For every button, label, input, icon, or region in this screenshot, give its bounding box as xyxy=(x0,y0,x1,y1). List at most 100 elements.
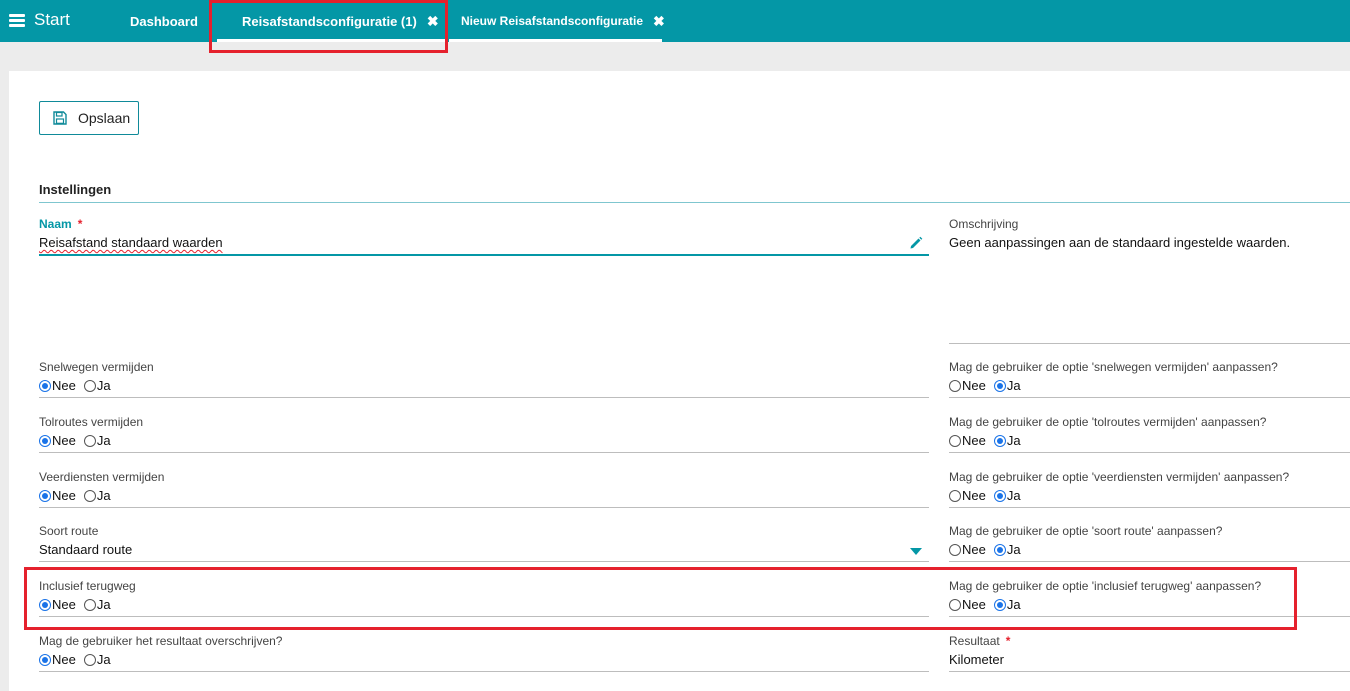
terugweg-user-radio-ja[interactable]: Ja xyxy=(993,597,1021,612)
soort-route-underline xyxy=(39,561,929,562)
section-divider xyxy=(39,202,1350,203)
radio-label: Nee xyxy=(52,433,76,448)
tolroutes-underline xyxy=(39,452,929,453)
tolroutes-radio-group: Nee Ja xyxy=(39,433,119,448)
snelwegen-underline xyxy=(39,397,929,398)
omschrijving-underline xyxy=(949,343,1350,344)
naam-underline xyxy=(39,254,929,256)
radio-checked-icon xyxy=(39,653,51,666)
snelwegen-user-label: Mag de gebruiker de optie 'snelwegen ver… xyxy=(949,360,1278,374)
resultaat-select[interactable]: Kilometer xyxy=(949,652,1004,667)
active-tab-indicator xyxy=(217,39,447,42)
resultaat-label-text: Resultaat xyxy=(949,634,1000,648)
soort-route-label: Soort route xyxy=(39,524,99,538)
overschrijven-radio-ja[interactable]: Ja xyxy=(83,652,111,667)
radio-label: Ja xyxy=(96,597,111,612)
radio-label: Ja xyxy=(96,378,111,393)
radio-label: Ja xyxy=(1006,488,1021,503)
naam-input[interactable]: Reisafstand standaard waarden xyxy=(39,235,223,250)
snelwegen-label: Snelwegen vermijden xyxy=(39,360,154,374)
tab-indicator xyxy=(449,39,662,42)
radio-label: Nee xyxy=(962,488,986,503)
soort-route-user-radio-ja[interactable]: Ja xyxy=(993,542,1021,557)
close-icon[interactable]: ✖ xyxy=(653,13,665,30)
radio-label: Nee xyxy=(962,597,986,612)
terugweg-underline xyxy=(39,616,929,617)
snelwegen-user-radio-nee[interactable]: Nee xyxy=(949,378,986,393)
radio-unchecked-icon xyxy=(83,434,96,447)
terugweg-user-label: Mag de gebruiker de optie 'inclusief ter… xyxy=(949,579,1262,593)
veerdiensten-underline xyxy=(39,507,929,508)
snelwegen-user-radio-group: Nee Ja xyxy=(949,378,1029,393)
overschrijven-label: Mag de gebruiker het resultaat overschri… xyxy=(39,634,283,648)
section-title: Instellingen xyxy=(39,182,112,197)
radio-label: Nee xyxy=(962,378,986,393)
tolroutes-user-radio-nee[interactable]: Nee xyxy=(949,433,986,448)
snelwegen-user-radio-ja[interactable]: Ja xyxy=(993,378,1021,393)
soort-route-user-radio-group: Nee Ja xyxy=(949,542,1029,557)
required-mark: * xyxy=(1005,634,1011,648)
tolroutes-user-radio-ja[interactable]: Ja xyxy=(993,433,1021,448)
floppy-disk-icon xyxy=(53,111,67,125)
radio-label: Nee xyxy=(52,597,76,612)
save-button[interactable]: Opslaan xyxy=(39,101,139,135)
radio-checked-icon xyxy=(39,379,51,392)
veerdiensten-user-radio-ja[interactable]: Ja xyxy=(993,488,1021,503)
radio-label: Ja xyxy=(1006,542,1021,557)
radio-unchecked-icon xyxy=(83,379,96,392)
omschrijving-textarea[interactable]: Geen aanpassingen aan de standaard inges… xyxy=(949,235,1290,250)
radio-checked-icon xyxy=(39,489,51,502)
veerdiensten-label: Veerdiensten vermijden xyxy=(39,470,165,484)
overschrijven-radio-nee[interactable]: Nee xyxy=(39,652,76,667)
terugweg-radio-nee[interactable]: Nee xyxy=(39,597,76,612)
radio-checked-icon xyxy=(39,434,51,447)
veerdiensten-user-radio-group: Nee Ja xyxy=(949,488,1029,503)
naam-label: Naam * xyxy=(39,217,82,231)
close-icon[interactable]: ✖ xyxy=(427,13,439,30)
soort-route-user-radio-nee[interactable]: Nee xyxy=(949,542,986,557)
save-button-label: Opslaan xyxy=(78,110,131,126)
overschrijven-radio-group: Nee Ja xyxy=(39,652,119,667)
tab-dashboard[interactable]: Dashboard xyxy=(130,0,198,42)
radio-checked-icon xyxy=(993,489,1006,502)
radio-unchecked-icon xyxy=(83,598,96,611)
tab-reisafstandsconfiguratie-label: Reisafstandsconfiguratie (1) xyxy=(242,13,417,29)
terugweg-user-radio-nee[interactable]: Nee xyxy=(949,597,986,612)
main-menu-button[interactable]: Start xyxy=(9,10,70,30)
veerdiensten-user-underline xyxy=(949,507,1350,508)
naam-label-text: Naam xyxy=(39,217,72,231)
terugweg-label: Inclusief terugweg xyxy=(39,579,136,593)
tolroutes-radio-ja[interactable]: Ja xyxy=(83,433,111,448)
start-label: Start xyxy=(34,10,70,29)
snelwegen-radio-group: Nee Ja xyxy=(39,378,119,393)
required-mark: * xyxy=(77,217,83,231)
tab-reisafstandsconfiguratie[interactable]: Reisafstandsconfiguratie (1) ✖ xyxy=(242,0,439,42)
tolroutes-radio-nee[interactable]: Nee xyxy=(39,433,76,448)
resultaat-label: Resultaat * xyxy=(949,634,1010,648)
radio-checked-icon xyxy=(993,598,1006,611)
radio-label: Ja xyxy=(96,488,111,503)
tab-nieuw-reisafstandsconfiguratie-label: Nieuw Reisafstandsconfiguratie xyxy=(461,14,644,28)
radio-label: Ja xyxy=(1006,378,1021,393)
tolroutes-label: Tolroutes vermijden xyxy=(39,415,144,429)
veerdiensten-user-label: Mag de gebruiker de optie 'veerdiensten … xyxy=(949,470,1290,484)
snelwegen-radio-nee[interactable]: Nee xyxy=(39,378,76,393)
tab-nieuw-reisafstandsconfiguratie[interactable]: Nieuw Reisafstandsconfiguratie ✖ xyxy=(461,0,665,42)
radio-label: Ja xyxy=(1006,597,1021,612)
radio-unchecked-icon xyxy=(949,379,961,392)
pencil-icon[interactable] xyxy=(909,236,923,250)
hamburger-icon xyxy=(9,13,25,27)
radio-unchecked-icon xyxy=(949,434,961,447)
snelwegen-radio-ja[interactable]: Ja xyxy=(83,378,111,393)
tab-dashboard-label: Dashboard xyxy=(130,13,198,29)
veerdiensten-radio-nee[interactable]: Nee xyxy=(39,488,76,503)
veerdiensten-radio-ja[interactable]: Ja xyxy=(83,488,111,503)
terugweg-user-underline xyxy=(949,616,1350,617)
radio-unchecked-icon xyxy=(949,598,961,611)
terugweg-radio-ja[interactable]: Ja xyxy=(83,597,111,612)
soort-route-select[interactable]: Standaard route xyxy=(39,542,132,557)
caret-down-icon[interactable] xyxy=(910,548,922,555)
radio-checked-icon xyxy=(993,379,1006,392)
radio-label: Nee xyxy=(52,652,76,667)
veerdiensten-user-radio-nee[interactable]: Nee xyxy=(949,488,986,503)
